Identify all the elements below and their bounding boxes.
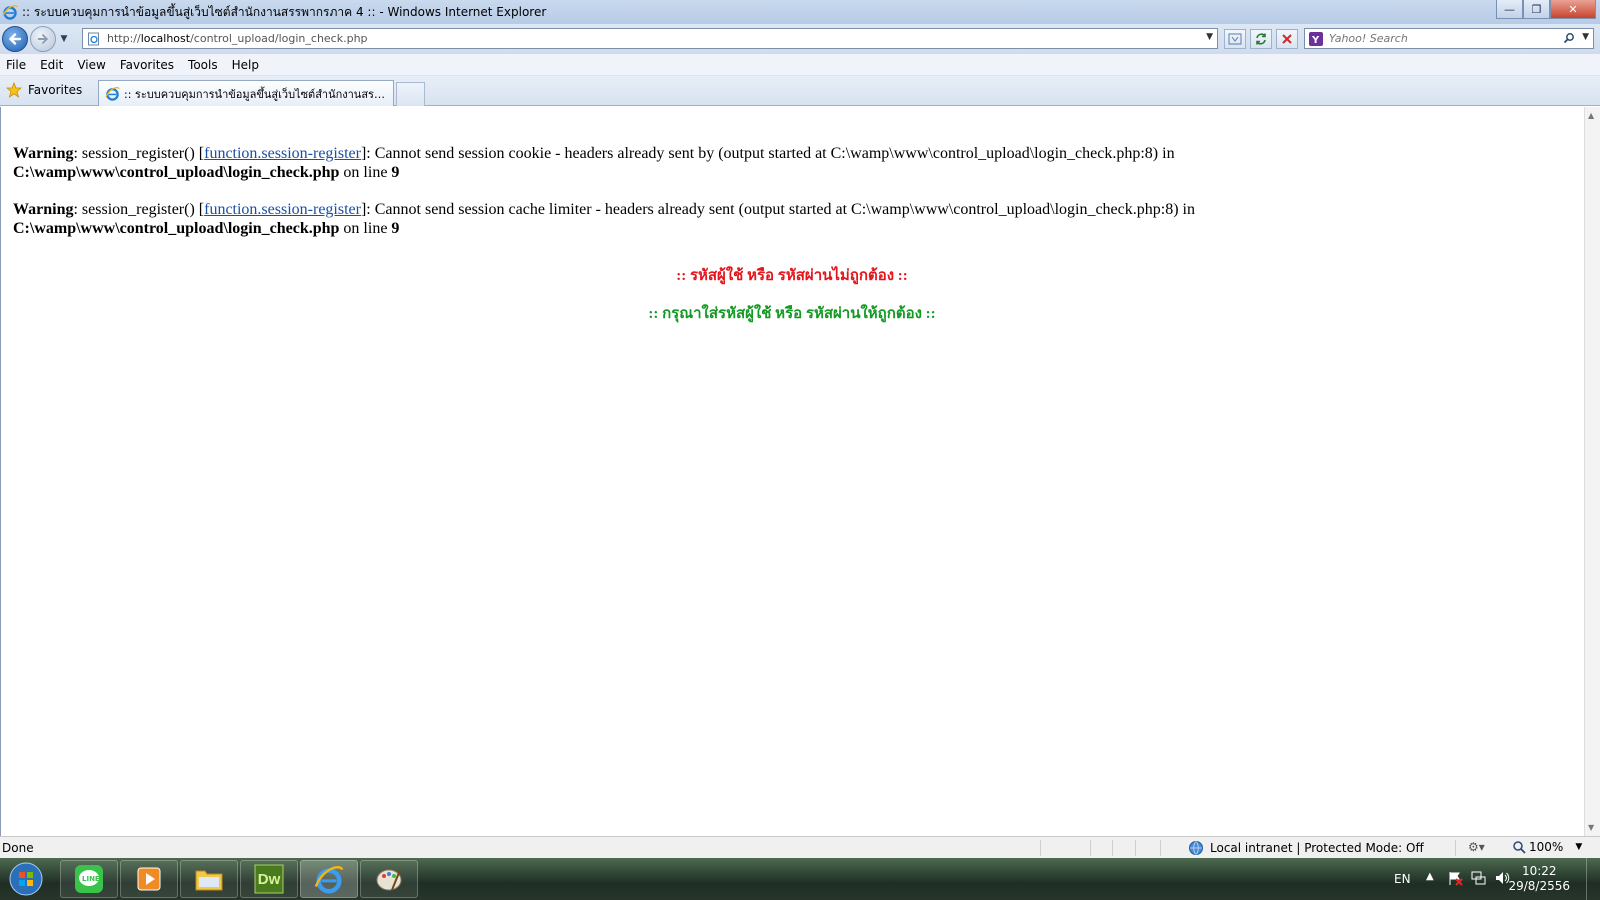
status-divider	[1455, 840, 1456, 856]
taskbar-file-explorer[interactable]	[180, 860, 238, 898]
php-warning-2: Warning: session_register() [function.se…	[13, 201, 1195, 237]
window-title: :: ระบบควบคุมการนำข้อมูลขึ้นสู่เว็บไซต์ส…	[22, 4, 547, 19]
minimize-button[interactable]: —	[1496, 0, 1523, 19]
clock-date: 29/8/2556	[1508, 879, 1570, 893]
refresh-button[interactable]	[1250, 29, 1272, 49]
back-button[interactable]	[2, 26, 28, 52]
scroll-down-icon[interactable]: ▼	[1588, 823, 1594, 832]
taskbar-line-app[interactable]: LINE	[60, 860, 118, 898]
menu-edit[interactable]: Edit	[40, 58, 63, 72]
line-app-icon: LINE	[75, 865, 103, 893]
address-url: http://localhost/control_upload/login_ch…	[107, 32, 368, 45]
pop-up-blocker-icon[interactable]: ⚙▾	[1468, 840, 1485, 854]
tab-current-page[interactable]: :: ระบบควบคุมการนำข้อมูลขึ้นสู่เว็บไซต์ส…	[98, 80, 394, 106]
security-zone[interactable]: Local intranet | Protected Mode: Off	[1188, 840, 1424, 856]
menu-file[interactable]: File	[6, 58, 26, 72]
arrow-left-icon	[8, 33, 22, 45]
search-box: Y ▼	[1304, 28, 1594, 49]
login-error-message: :: รหัสผู้ใช้ หรือ รหัสผ่านไม่ถูกต้อง ::	[676, 268, 908, 284]
paint-palette-icon	[376, 869, 402, 891]
address-dropdown-icon[interactable]: ▼	[1206, 32, 1213, 42]
page-icon	[88, 32, 99, 45]
show-desktop-button[interactable]	[1586, 858, 1600, 900]
forward-button[interactable]	[30, 26, 56, 52]
windows-taskbar: LINE Dw EN ▲ 10:22 29/8/2556	[0, 858, 1600, 900]
yahoo-icon: Y	[1309, 31, 1323, 46]
status-divider	[1160, 840, 1161, 856]
status-bar: Done Local intranet | Protected Mode: Of…	[0, 836, 1600, 858]
search-input[interactable]	[1329, 32, 1559, 45]
status-divider	[1090, 840, 1091, 856]
status-divider	[1040, 840, 1041, 856]
arrow-right-icon	[37, 34, 49, 44]
menu-favorites[interactable]: Favorites	[120, 58, 174, 72]
windows-logo-icon	[9, 862, 43, 896]
taskbar-internet-explorer[interactable]	[300, 860, 358, 898]
svg-text:Y: Y	[1311, 35, 1320, 46]
login-hint-message: :: กรุณาใส่รหัสผู้ใช้ หรือ รหัสผ่านให้ถู…	[648, 306, 936, 322]
taskbar-dreamweaver[interactable]: Dw	[240, 860, 298, 898]
window-controls: — ❐ ✕	[1496, 0, 1596, 19]
intranet-globe-icon	[1189, 841, 1203, 855]
menu-bar: File Edit View Favorites Tools Help	[0, 54, 1600, 76]
search-options-dropdown[interactable]: ▼	[1582, 32, 1589, 42]
close-window-button[interactable]: ✕	[1550, 0, 1596, 19]
recent-pages-dropdown[interactable]: ▼	[58, 34, 70, 44]
php-warning-1: Warning: session_register() [function.se…	[13, 145, 1175, 181]
favorites-button[interactable]: Favorites	[6, 82, 82, 98]
refresh-icon	[1256, 33, 1266, 45]
scroll-up-icon[interactable]: ▲	[1588, 111, 1594, 120]
menu-help[interactable]: Help	[232, 58, 259, 72]
address-bar[interactable]: http://localhost/control_upload/login_ch…	[82, 28, 1218, 49]
zoom-dropdown-icon[interactable]: ▼	[1575, 842, 1582, 852]
language-indicator[interactable]: EN	[1394, 872, 1411, 886]
favorites-label: Favorites	[28, 83, 83, 97]
dreamweaver-label: Dw	[257, 870, 281, 888]
new-tab-button[interactable]	[396, 82, 425, 106]
start-button[interactable]	[4, 860, 48, 898]
address-toolbar: ▼ http://localhost/control_upload/login_…	[0, 24, 1600, 54]
stop-x-icon	[1282, 34, 1292, 44]
status-divider	[1135, 840, 1136, 856]
zoom-control[interactable]: 100% ▼	[1512, 840, 1582, 854]
vertical-scrollbar[interactable]: ▲ ▼	[1584, 107, 1600, 836]
svg-text:LINE: LINE	[82, 875, 100, 883]
internet-explorer-icon	[2, 5, 18, 20]
function-link[interactable]: function.session-register	[204, 201, 361, 218]
window-titlebar: :: ระบบควบคุมการนำข้อมูลขึ้นสู่เว็บไซต์ส…	[0, 0, 1600, 24]
status-divider	[1112, 840, 1113, 856]
taskbar-clock[interactable]: 10:22 29/8/2556	[1508, 864, 1570, 894]
network-icon[interactable]	[1470, 870, 1486, 886]
menu-view[interactable]: View	[77, 58, 105, 72]
clock-time: 10:22	[1521, 864, 1557, 878]
compatibility-view-button[interactable]	[1224, 29, 1246, 49]
action-center-flag-icon[interactable]	[1447, 870, 1463, 886]
internet-explorer-icon	[314, 866, 344, 894]
status-text: Done	[2, 840, 34, 855]
taskbar-media-player[interactable]	[120, 860, 178, 898]
taskbar-paint[interactable]	[360, 860, 418, 898]
maximize-button[interactable]: ❐	[1523, 0, 1550, 19]
stop-button[interactable]	[1276, 29, 1298, 49]
compatibility-view-icon	[1228, 33, 1242, 45]
security-zone-label: Local intranet | Protected Mode: Off	[1210, 841, 1424, 855]
menu-tools[interactable]: Tools	[188, 58, 218, 72]
folder-icon	[195, 870, 223, 891]
function-link[interactable]: function.session-register	[204, 145, 361, 162]
search-icon[interactable]	[1563, 32, 1575, 47]
tab-bar: Favorites :: ระบบควบคุมการนำข้อมูลขึ้นสู…	[0, 76, 1600, 106]
page-content: Warning: session_register() [function.se…	[0, 107, 1584, 836]
chevron-down-icon: ▼	[60, 34, 68, 44]
star-icon	[6, 82, 22, 98]
tab-title: :: ระบบควบคุมการนำข้อมูลขึ้นสู่เว็บไซต์ส…	[124, 87, 388, 101]
internet-explorer-icon	[105, 87, 120, 101]
show-hidden-icons-icon[interactable]: ▲	[1426, 871, 1434, 882]
magnifier-icon	[1513, 841, 1526, 854]
zoom-level: 100%	[1529, 840, 1564, 854]
media-player-icon	[137, 867, 161, 891]
